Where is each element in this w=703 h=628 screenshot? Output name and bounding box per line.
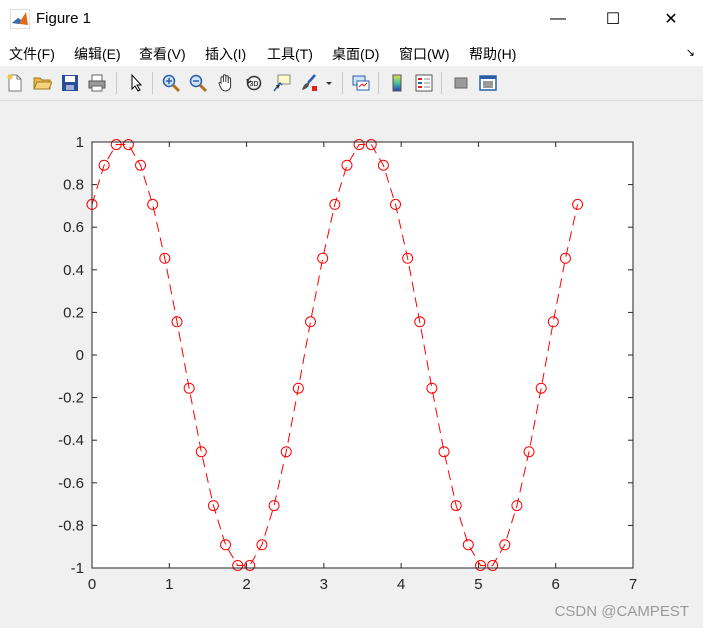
open-file-icon[interactable] — [30, 71, 54, 95]
pan-icon[interactable] — [214, 71, 238, 95]
x-tick-label: 0 — [88, 576, 96, 593]
y-tick-label: 0.2 — [63, 304, 84, 321]
minimize-icon: — — [550, 10, 566, 27]
show-plot-tools-icon[interactable] — [476, 71, 500, 95]
x-tick-label: 7 — [629, 576, 637, 593]
y-tick-label: -1 — [71, 560, 84, 577]
data-cursor-icon[interactable] — [270, 71, 294, 95]
maximize-button[interactable]: ☐ — [584, 0, 642, 38]
menu-bar: 文件(F) 编辑(E) 查看(V) 插入(I) 工具(T) 桌面(D) 窗口(W… — [0, 38, 703, 66]
window-title: Figure 1 — [36, 10, 92, 27]
save-icon[interactable] — [58, 71, 82, 95]
x-tick-label: 3 — [320, 576, 328, 593]
y-tick-label: 0.4 — [63, 262, 84, 279]
brush-icon[interactable] — [297, 71, 321, 95]
x-tick-label: 5 — [474, 576, 482, 593]
y-tick-label: -0.6 — [58, 475, 84, 492]
plot-svg: 0 1 2 3 4 5 6 7 -1 -0.8 -0.6 -0.4 -0.2 0 0.2 0.4 0.6 0.8 1 — [58, 134, 637, 593]
close-button[interactable]: ✕ — [642, 0, 700, 38]
menu-window[interactable]: 窗口(W) — [399, 44, 450, 64]
y-tick-label: 1 — [76, 134, 84, 151]
menu-help[interactable]: 帮助(H) — [469, 44, 516, 64]
menu-desktop[interactable]: 桌面(D) — [332, 44, 379, 64]
close-icon: ✕ — [664, 11, 678, 28]
zoom-in-icon[interactable] — [159, 71, 183, 95]
x-tick-label: 1 — [165, 576, 173, 593]
new-figure-icon[interactable] — [3, 71, 27, 95]
toolbar-separator — [441, 72, 442, 94]
zoom-out-icon[interactable] — [186, 71, 210, 95]
colorbar-icon[interactable] — [385, 71, 409, 95]
y-tick-label: -0.8 — [58, 517, 84, 534]
matlab-logo-icon — [10, 9, 30, 29]
menu-file[interactable]: 文件(F) — [9, 44, 55, 64]
hide-plot-tools-icon[interactable] — [449, 71, 473, 95]
menu-overflow-arrow-icon[interactable]: ↘ — [686, 46, 695, 59]
y-tick-label: -0.4 — [58, 432, 84, 449]
maximize-icon: ☐ — [605, 11, 621, 28]
axes-background — [92, 142, 633, 568]
toolbar-separator — [116, 72, 117, 94]
toolbar-separator — [342, 72, 343, 94]
toolbar-separator — [152, 72, 153, 94]
figure-toolbar: 3D — [0, 66, 703, 101]
link-plot-icon[interactable] — [349, 71, 373, 95]
x-tick-label: 2 — [242, 576, 250, 593]
legend-icon[interactable] — [412, 71, 436, 95]
rotate-3d-icon[interactable]: 3D — [242, 71, 266, 95]
watermark-text: CSDN @CAMPEST — [554, 603, 689, 620]
title-bar: Figure 1 — ☐ ✕ — [0, 0, 703, 38]
figure-canvas: 0 1 2 3 4 5 6 7 -1 -0.8 -0.6 -0.4 -0.2 0 0.2 0.4 0.6 0.8 1… — [0, 101, 703, 628]
print-icon[interactable] — [85, 71, 109, 95]
menu-insert[interactable]: 插入(I) — [205, 44, 246, 64]
toolbar-separator — [378, 72, 379, 94]
x-tick-label: 4 — [397, 576, 405, 593]
menu-view[interactable]: 查看(V) — [139, 44, 186, 64]
y-tick-label: 0.8 — [63, 177, 84, 194]
pointer-icon[interactable] — [124, 71, 148, 95]
menu-edit[interactable]: 编辑(E) — [74, 44, 121, 64]
y-tick-label: 0.6 — [63, 219, 84, 236]
y-tick-label: -0.2 — [58, 390, 84, 407]
menu-tools[interactable]: 工具(T) — [267, 44, 313, 64]
x-tick-label: 6 — [552, 576, 560, 593]
brush-dropdown-icon[interactable] — [322, 71, 336, 95]
svg-text:3D: 3D — [250, 81, 259, 88]
minimize-button[interactable]: — — [529, 0, 587, 38]
y-tick-label: 0 — [76, 347, 84, 364]
